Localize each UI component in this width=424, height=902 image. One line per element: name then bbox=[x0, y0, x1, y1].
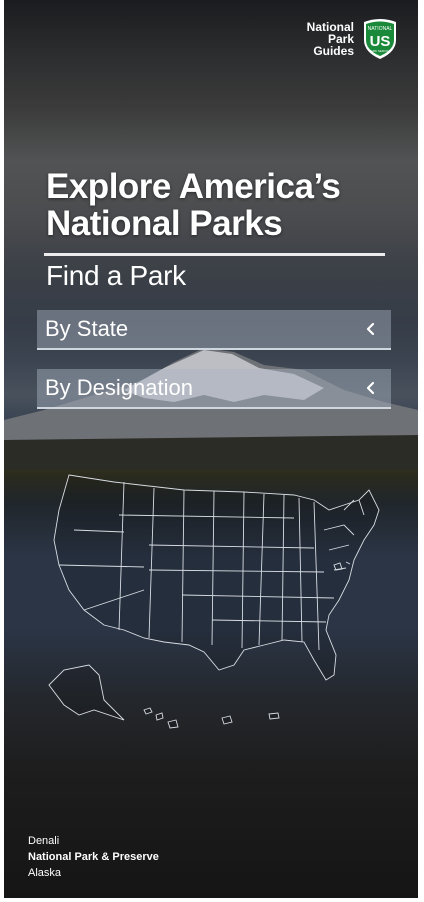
caption-park-name: Denali bbox=[28, 835, 60, 847]
alaska-outline bbox=[48, 664, 125, 721]
section-subtitle: Find a Park bbox=[46, 260, 186, 291]
brand-line-3: Guides bbox=[313, 44, 354, 58]
app-screen: National Park Guides NATIONAL US PARK SE… bbox=[0, 0, 424, 902]
photo-caption: Denali National Park & Preserve Alaska bbox=[28, 833, 159, 881]
shield-us-text: US bbox=[370, 33, 391, 50]
chevron-left-icon bbox=[366, 381, 375, 395]
title-line-2: National Parks bbox=[46, 204, 283, 243]
caption-designation: National Park & Preserve bbox=[28, 851, 159, 863]
title-divider bbox=[44, 253, 385, 256]
chevron-left-icon bbox=[366, 322, 375, 336]
shield-top-text: NATIONAL bbox=[368, 26, 393, 32]
menu-item-by-designation[interactable]: By Designation bbox=[37, 369, 391, 409]
brand-logo[interactable]: National Park Guides NATIONAL US PARK SE… bbox=[307, 18, 400, 60]
shield-bottom-text: PARK SERVICE bbox=[369, 49, 391, 53]
nps-shield-icon: NATIONAL US PARK SERVICE bbox=[364, 19, 396, 59]
territories-outline bbox=[221, 712, 280, 725]
us-outline bbox=[53, 474, 380, 681]
us-states-map[interactable] bbox=[44, 470, 389, 730]
hawaii-outline bbox=[143, 707, 179, 729]
menu-item-by-state[interactable]: By State bbox=[37, 310, 391, 350]
menu-item-label: By Designation bbox=[45, 375, 193, 400]
title-line-1: Explore America’s bbox=[46, 167, 341, 206]
caption-state: Alaska bbox=[28, 867, 62, 879]
page-title: Explore America’s National Parks bbox=[46, 168, 406, 242]
menu-item-label: By State bbox=[45, 316, 129, 341]
brand-name: National Park Guides bbox=[307, 21, 354, 57]
